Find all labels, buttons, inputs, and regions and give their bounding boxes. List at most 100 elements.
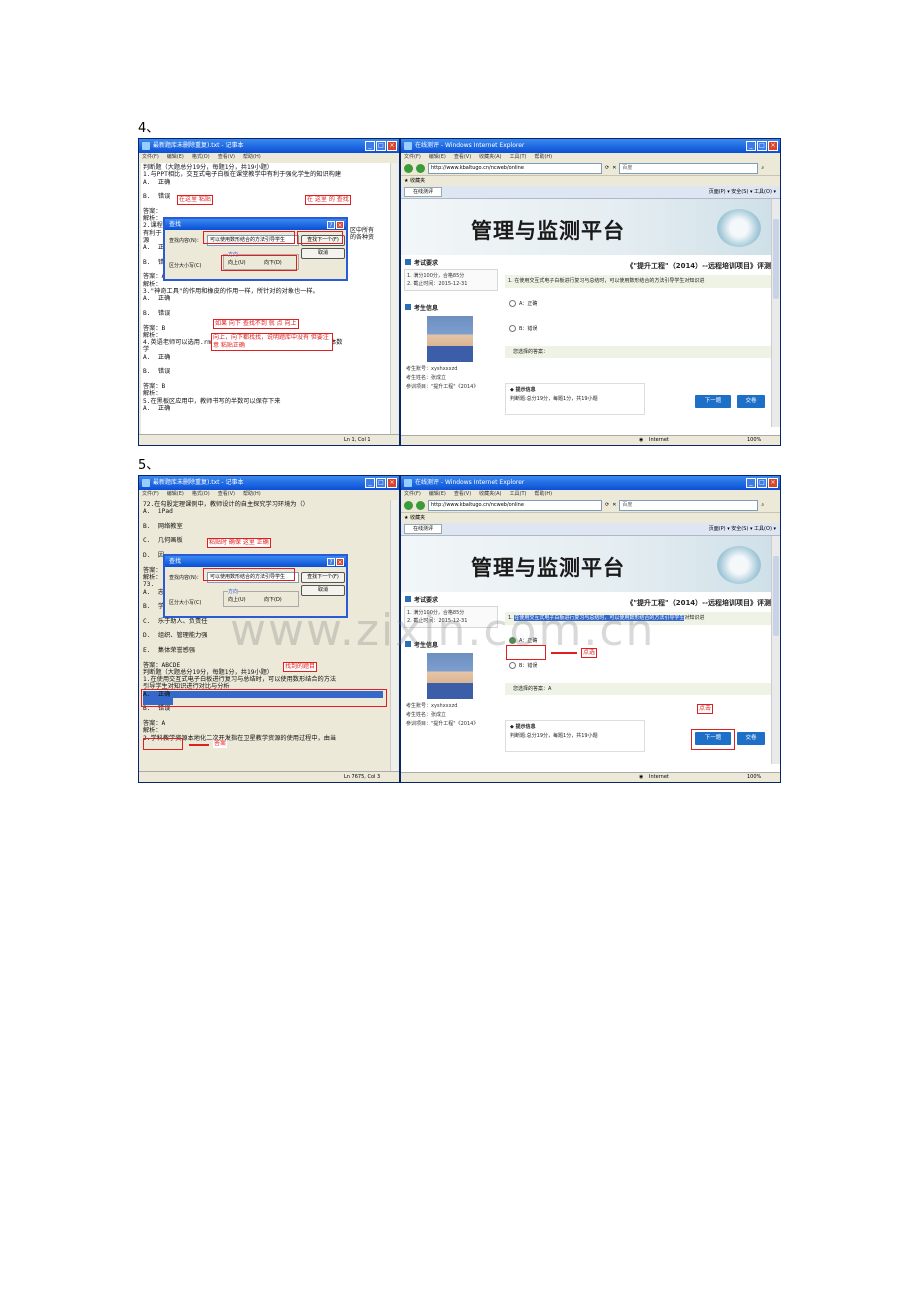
back-icon[interactable] xyxy=(404,164,413,173)
maximize-icon[interactable]: □ xyxy=(757,141,767,151)
forward-icon[interactable] xyxy=(416,501,425,510)
minimize-icon[interactable]: _ xyxy=(365,478,375,488)
search-input[interactable]: 百度 xyxy=(619,500,759,511)
minimize-icon[interactable]: _ xyxy=(746,478,756,488)
menu-view[interactable]: 查看(V) xyxy=(454,491,471,497)
refresh-icon[interactable]: ⟳ xyxy=(605,162,609,175)
refresh-icon[interactable]: ⟳ xyxy=(605,499,609,512)
globe-icon: ◉ xyxy=(639,774,644,780)
menu-help[interactable]: 帮助(H) xyxy=(534,491,552,497)
help-icon[interactable]: ? xyxy=(327,558,335,566)
star-icon[interactable]: ★ xyxy=(404,515,408,521)
menu-edit[interactable]: 编辑(E) xyxy=(167,154,184,160)
find-titlebar[interactable]: 查找 ? × xyxy=(165,219,346,230)
tab-online-test[interactable]: 在线测评 xyxy=(404,187,443,197)
minimize-icon[interactable]: _ xyxy=(365,141,375,151)
search-input[interactable]: 百度 xyxy=(619,163,759,174)
menu-file[interactable]: 文件(F) xyxy=(404,491,421,497)
cancel-button[interactable]: 取消 xyxy=(301,248,345,259)
maximize-icon[interactable]: □ xyxy=(757,478,767,488)
cancel-button[interactable]: 取消 xyxy=(301,585,345,596)
address-bar: http://www.kbaltugo.cn/ncweb/online ⟳ ✕ 百… xyxy=(401,162,780,176)
tab-bar: 在线测评 页面(P) ▾ 安全(S) ▾ 工具(O) ▾ xyxy=(401,186,780,199)
url-input[interactable]: http://www.kbaltugo.cn/ncweb/online xyxy=(428,163,602,174)
ie-icon xyxy=(404,479,412,487)
menu-tools[interactable]: 工具(T) xyxy=(510,491,527,497)
menu-format[interactable]: 格式(O) xyxy=(192,154,210,160)
menu-format[interactable]: 格式(O) xyxy=(192,491,210,497)
page-scrollbar[interactable] xyxy=(771,536,780,764)
menu-view[interactable]: 查看(V) xyxy=(454,154,471,160)
tab-online-test[interactable]: 在线测评 xyxy=(404,524,443,534)
close-icon[interactable]: × xyxy=(768,141,778,151)
menu-file[interactable]: 文件(F) xyxy=(142,154,159,160)
option-b[interactable]: B：错误 xyxy=(509,325,773,332)
ie-titlebar[interactable]: 在线测评 - Windows Internet Explorer _ □ × xyxy=(401,476,780,490)
command-bar[interactable]: 页面(P) ▾ 安全(S) ▾ 工具(O) ▾ xyxy=(709,523,776,535)
find-next-button[interactable]: 查找下一个(F) xyxy=(301,572,345,583)
command-bar[interactable]: 页面(P) ▾ 安全(S) ▾ 工具(O) ▾ xyxy=(709,186,776,198)
back-icon[interactable] xyxy=(404,501,413,510)
radio-icon[interactable] xyxy=(509,662,516,669)
maximize-icon[interactable]: □ xyxy=(376,478,386,488)
stop-icon[interactable]: ✕ xyxy=(612,499,616,512)
case-checkbox[interactable]: 区分大小写(C) xyxy=(169,599,201,606)
menu-view[interactable]: 查看(V) xyxy=(218,154,235,160)
find-titlebar[interactable]: 查找 ? × xyxy=(165,556,346,567)
submit-button[interactable]: 交卷 xyxy=(737,732,765,745)
close-icon[interactable]: × xyxy=(768,478,778,488)
stop-icon[interactable]: ✕ xyxy=(612,162,616,175)
web-page: 管理与监测平台 考试要求 1. 满分100分，合格85分 2. 截止时间：201… xyxy=(401,199,773,427)
notepad-icon xyxy=(142,142,150,150)
notepad-titlebar[interactable]: 最新题库未删除重复).txt - 记事本 _ □ × xyxy=(139,476,399,490)
radio-icon[interactable] xyxy=(509,300,516,307)
exam-section-title: 考试要求 xyxy=(405,258,501,267)
menu-help[interactable]: 帮助(H) xyxy=(534,154,552,160)
radio-icon[interactable] xyxy=(509,325,516,332)
screenshot-step-4: 最新题库未删除重复).txt - 记事本 _ □ × 文件(F) 编辑(E) 格式(O)… xyxy=(138,138,781,446)
close-icon[interactable]: × xyxy=(387,478,397,488)
menu-edit[interactable]: 编辑(E) xyxy=(429,491,446,497)
notepad-scrollbar[interactable] xyxy=(390,163,398,435)
direction-up-radio[interactable]: 向上(U) xyxy=(228,596,246,603)
menu-view[interactable]: 查看(V) xyxy=(218,491,235,497)
menu-favorites[interactable]: 收藏夹(A) xyxy=(479,491,501,497)
search-icon[interactable]: ⌕ xyxy=(761,499,764,512)
menu-favorites[interactable]: 收藏夹(A) xyxy=(479,154,501,160)
case-checkbox[interactable]: 区分大小写(C) xyxy=(169,262,201,269)
tag-icon: ◆ xyxy=(510,387,514,393)
menu-tools[interactable]: 工具(T) xyxy=(510,154,527,160)
close-icon[interactable]: × xyxy=(387,141,397,151)
note-not-found: 如果 向下 查找不到 就 点 向上 xyxy=(213,319,299,329)
option-b[interactable]: B：错误 xyxy=(509,662,773,669)
page-scrollbar[interactable] xyxy=(771,199,780,427)
notepad-window: 最新题库未删除重复).txt - 记事本 _ □ × 文件(F) 编辑(E) 格式(O)… xyxy=(138,138,400,446)
forward-icon[interactable] xyxy=(416,164,425,173)
menu-edit[interactable]: 编辑(E) xyxy=(429,154,446,160)
highlight-find-next xyxy=(297,231,343,244)
highlight-next-button xyxy=(691,729,735,750)
url-input[interactable]: http://www.kbaltugo.cn/ncweb/online xyxy=(428,500,602,511)
search-icon[interactable]: ⌕ xyxy=(761,162,764,175)
menu-help[interactable]: 帮助(H) xyxy=(243,154,261,160)
scroll-thumb[interactable] xyxy=(773,556,779,636)
direction-down-radio[interactable]: 向下(D) xyxy=(264,596,282,603)
close-icon[interactable]: × xyxy=(336,221,344,229)
menu-help[interactable]: 帮助(H) xyxy=(243,491,261,497)
help-icon[interactable]: ? xyxy=(327,221,335,229)
platform-banner: 管理与监测平台 xyxy=(401,536,773,592)
ie-titlebar[interactable]: 在线测评 - Windows Internet Explorer _ □ × xyxy=(401,139,780,153)
close-icon[interactable]: × xyxy=(336,558,344,566)
star-icon[interactable]: ★ xyxy=(404,178,408,184)
menu-file[interactable]: 文件(F) xyxy=(404,154,421,160)
submit-button[interactable]: 交卷 xyxy=(737,395,765,408)
minimize-icon[interactable]: _ xyxy=(746,141,756,151)
maximize-icon[interactable]: □ xyxy=(376,141,386,151)
menu-file[interactable]: 文件(F) xyxy=(142,491,159,497)
scroll-thumb[interactable] xyxy=(773,219,779,299)
option-a[interactable]: A：正确 xyxy=(509,300,773,307)
next-question-button[interactable]: 下一题 xyxy=(695,395,731,408)
menu-edit[interactable]: 编辑(E) xyxy=(167,491,184,497)
notepad-icon xyxy=(142,479,150,487)
notepad-titlebar[interactable]: 最新题库未删除重复).txt - 记事本 _ □ × xyxy=(139,139,399,153)
